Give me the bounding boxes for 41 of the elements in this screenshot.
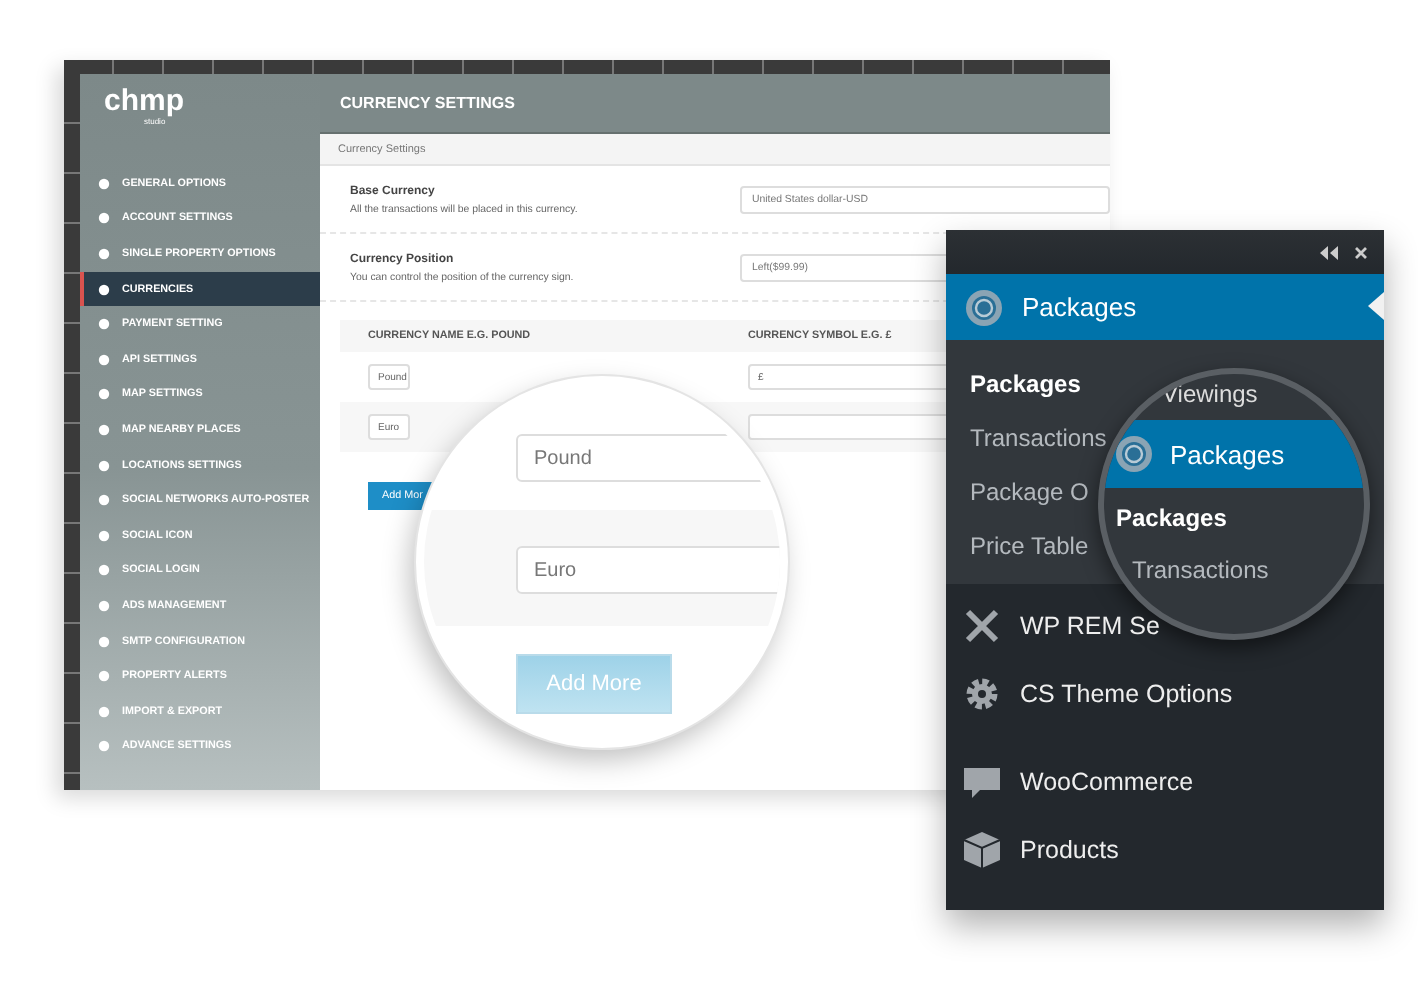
submenu-item[interactable]: Transactions [1132,544,1269,596]
submenu-item[interactable]: Package O [970,464,1089,518]
dot-icon [98,599,110,612]
close-icon[interactable] [1354,245,1368,259]
page-title: CURRENCY SETTINGS [340,94,515,112]
dot-icon [98,423,110,436]
menu-item[interactable]: Packages [1104,420,1364,488]
menu-item[interactable]: Packages [946,274,1384,340]
submenu-item[interactable]: Transactions [970,410,1107,464]
dot-icon [98,388,110,401]
menu-item[interactable]: WooCommerce [962,748,1194,816]
input-field[interactable]: Euro [516,546,780,594]
logo: chmp [104,86,187,116]
coin-icon [964,287,1004,327]
dot-icon [98,705,110,718]
dot-icon [98,564,110,577]
dot-icon [98,283,110,296]
submenu-item[interactable]: Packages [1116,492,1227,544]
pointer-icon [1368,292,1384,320]
dot-icon [98,177,110,190]
menu-item[interactable]: Products [962,816,1119,884]
dot-icon [98,459,110,472]
dot-icon [98,212,110,225]
speech-bubble-icon [962,762,1002,802]
dot-icon [98,247,110,260]
dot-icon [98,353,110,366]
collapse-icon[interactable] [1320,245,1338,259]
menu-item[interactable]: CS Theme Options [962,660,1233,728]
dot-icon [98,670,110,683]
dot-icon [98,635,110,648]
dot-icon [98,529,110,542]
coin-icon [1114,434,1154,474]
menu-item[interactable]: Viewings [1104,374,1364,420]
dot-icon [98,318,110,331]
submenu-item[interactable]: Price Table [970,518,1089,572]
dot-icon [98,740,110,753]
gear-icon [962,674,1002,714]
box-icon [962,830,1002,870]
menu-item[interactable]: WP REM Se [962,592,1160,660]
dot-icon [98,494,110,507]
tools-icon [962,606,1002,646]
